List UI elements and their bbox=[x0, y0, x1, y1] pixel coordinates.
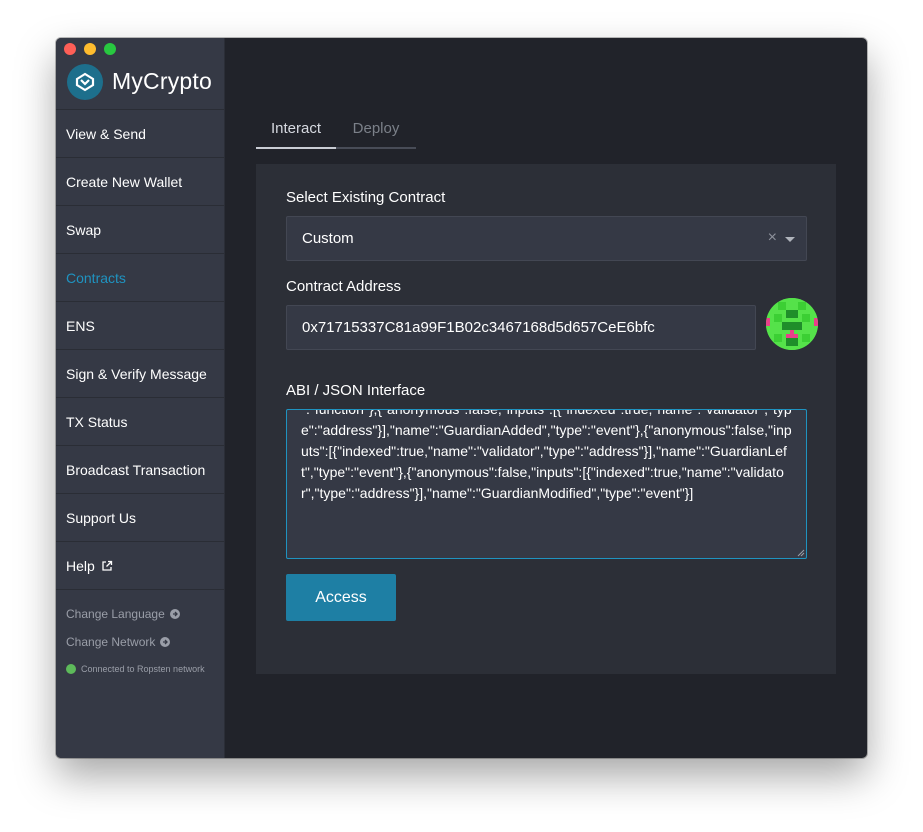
sidebar-item-sign-verify[interactable]: Sign & Verify Message bbox=[56, 350, 224, 398]
arrow-right-circle-icon bbox=[169, 609, 180, 619]
minimize-window-button[interactable] bbox=[84, 43, 96, 55]
sidebar-item-ens[interactable]: ENS bbox=[56, 302, 224, 350]
contract-address-label: Contract Address bbox=[286, 278, 402, 295]
sidebar-item-swap[interactable]: Swap bbox=[56, 206, 224, 254]
sidebar-item-contracts[interactable]: Contracts bbox=[56, 254, 224, 302]
contract-tabs: Interact Deploy bbox=[256, 114, 416, 149]
abi-textarea[interactable]: ":"function"},{"anonymous":false,"inputs… bbox=[286, 409, 807, 559]
app-window: MyCrypto View & Send Create New Wallet S… bbox=[56, 38, 867, 758]
sidebar-item-label: TX Status bbox=[66, 413, 128, 430]
select-contract-label: Select Existing Contract bbox=[286, 189, 446, 206]
mycrypto-logo-icon bbox=[67, 63, 103, 100]
network-status-text: Connected to Ropsten network bbox=[81, 664, 205, 674]
sidebar: MyCrypto View & Send Create New Wallet S… bbox=[56, 38, 225, 758]
sidebar-item-label: Help bbox=[66, 557, 95, 574]
contract-select-value: Custom bbox=[302, 230, 354, 247]
sidebar-item-label: Create New Wallet bbox=[66, 173, 183, 190]
maximize-window-button[interactable] bbox=[104, 43, 116, 55]
app-name: MyCrypto bbox=[112, 68, 213, 94]
abi-text: ":"function"},{"anonymous":false,"inputs… bbox=[301, 409, 792, 501]
contract-address-value: 0x71715337C81a99F1B02c3467168d5d657CeE6b… bbox=[302, 319, 655, 336]
contract-select[interactable]: Custom × bbox=[286, 216, 807, 261]
sidebar-item-label: View & Send bbox=[66, 125, 146, 142]
sidebar-item-create-wallet[interactable]: Create New Wallet bbox=[56, 158, 224, 206]
sidebar-item-view-send[interactable]: View & Send bbox=[56, 110, 224, 158]
window-controls bbox=[64, 43, 116, 55]
chevron-down-icon[interactable] bbox=[785, 237, 795, 242]
sidebar-item-support[interactable]: Support Us bbox=[56, 494, 224, 542]
contract-address-input[interactable]: 0x71715337C81a99F1B02c3467168d5d657CeE6b… bbox=[286, 305, 756, 350]
sidebar-item-tx-status[interactable]: TX Status bbox=[56, 398, 224, 446]
sidebar-item-label: Sign & Verify Message bbox=[66, 365, 207, 382]
sidebar-item-broadcast[interactable]: Broadcast Transaction bbox=[56, 446, 224, 494]
change-network-link[interactable]: Change Network bbox=[56, 628, 224, 656]
arrow-right-circle-icon bbox=[160, 637, 171, 647]
status-dot-icon bbox=[66, 664, 76, 674]
tab-interact[interactable]: Interact bbox=[256, 114, 336, 149]
access-button[interactable]: Access bbox=[286, 574, 396, 621]
main-content: Interact Deploy Select Existing Contract… bbox=[226, 38, 867, 758]
external-link-icon bbox=[101, 560, 113, 572]
sidebar-item-label: ENS bbox=[66, 317, 95, 334]
address-identicon bbox=[766, 298, 818, 350]
sidebar-item-label: Swap bbox=[66, 221, 102, 238]
sidebar-item-label: Support Us bbox=[66, 509, 137, 526]
network-status: Connected to Ropsten network bbox=[56, 664, 224, 674]
abi-label: ABI / JSON Interface bbox=[286, 382, 426, 399]
sidebar-item-label: Contracts bbox=[66, 269, 126, 286]
change-network-label: Change Network bbox=[66, 635, 156, 649]
resize-handle-icon[interactable] bbox=[797, 549, 805, 557]
clear-x-icon[interactable]: × bbox=[768, 229, 777, 247]
tab-deploy[interactable]: Deploy bbox=[336, 114, 416, 147]
interact-panel: Select Existing Contract Custom × Contra… bbox=[256, 164, 836, 674]
change-language-link[interactable]: Change Language bbox=[56, 600, 224, 628]
sidebar-item-help[interactable]: Help bbox=[56, 542, 224, 590]
close-window-button[interactable] bbox=[64, 43, 76, 55]
sidebar-item-label: Broadcast Transaction bbox=[66, 461, 206, 478]
change-language-label: Change Language bbox=[66, 607, 165, 621]
